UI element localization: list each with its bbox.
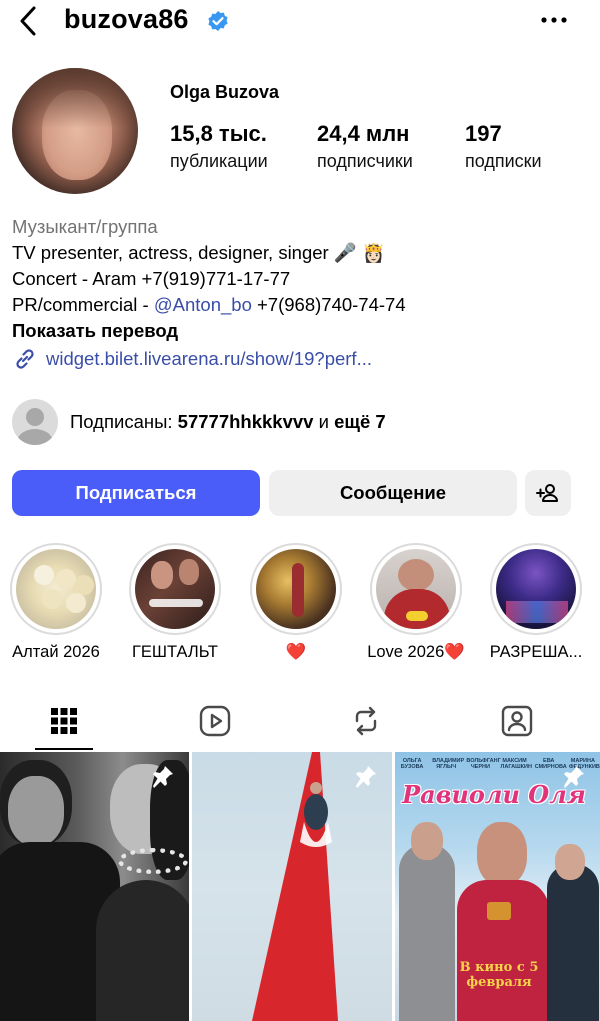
stat-following[interactable]: 197 подписки (465, 120, 542, 174)
posts-grid: ОЛЬГА БУЗОВА ВЛАДИМИР ЯГЛЫЧ ВОЛЬФГАНГ ЧЕ… (0, 752, 600, 1021)
reels-icon (199, 705, 231, 737)
profile-tabs (0, 690, 600, 752)
grid-icon (51, 708, 77, 734)
tab-posts-grid[interactable] (0, 690, 139, 752)
profile-avatar[interactable] (12, 68, 138, 194)
pin-icon (356, 766, 376, 788)
highlight-cover-party (256, 549, 336, 629)
suggest-people-button[interactable] (525, 470, 571, 516)
highlight-cover-person-red (376, 549, 456, 629)
avatar-hair (12, 68, 138, 128)
bio-line-3: PR/commercial - @Anton_bo +7(968)740-74-… (12, 292, 588, 318)
poster-gift-box (487, 902, 511, 920)
profile-username: buzova86 (64, 4, 189, 34)
post-thumbnail[interactable] (192, 752, 392, 1021)
bio-mention-link[interactable]: @Anton_bo (154, 294, 252, 315)
bio-line-1: TV presenter, actress, designer, singer … (12, 242, 386, 263)
profile-bio: Музыкант/группа TV presenter, actress, d… (12, 214, 588, 372)
poster-tagline: В кино с 5 февраля (459, 960, 539, 990)
bio-line-3-prefix: PR/commercial - (12, 294, 154, 315)
followed-by-user: 57777hhkkkvvv (177, 411, 314, 432)
highlight-ring (250, 543, 342, 635)
message-button[interactable]: Сообщение (269, 470, 517, 516)
highlight-item[interactable]: РАЗРЕША... (488, 543, 584, 661)
stat-followers-label: подписчики (317, 151, 413, 171)
followed-by[interactable]: Подписаны: 57777hhkkkvvv и ещё 7 (12, 396, 386, 448)
poster-cast-name: ВЛАДИМИР ЯГЛЫЧ (432, 758, 465, 770)
highlight-label: РАЗРЕША... (489, 643, 583, 661)
poster-man-left-face (411, 822, 443, 860)
stat-following-label: подписки (465, 151, 542, 171)
highlight-cover-concert (496, 549, 576, 629)
poster-man-right (547, 864, 599, 1021)
stat-followers-value: 24,4 млн (317, 121, 410, 146)
highlight-cover-flowers (16, 549, 96, 629)
show-translation-button[interactable]: Показать перевод (12, 318, 588, 344)
highlight-ring (370, 543, 462, 635)
profile-name: Olga Buzova (170, 82, 280, 102)
followed-by-others: ещё 7 (334, 411, 386, 432)
bio-link-text: widget.bilet.livearena.ru/show/19?perf..… (46, 348, 372, 369)
follow-button[interactable]: Подписаться (12, 470, 260, 516)
post-thumbnail[interactable]: ОЛЬГА БУЗОВА ВЛАДИМИР ЯГЛЫЧ ВОЛЬФГАНГ ЧЕ… (395, 752, 600, 1021)
highlight-item[interactable]: Алтай 2026 (8, 543, 104, 661)
highlight-label: Алтай 2026 (12, 643, 100, 661)
pin-icon (153, 766, 173, 788)
bio-line-3-suffix: +7(968)740-74-74 (251, 294, 406, 315)
poster-cast-name: ВОЛЬФГАНГ ЧЕРНИ (466, 758, 501, 770)
verified-badge-icon (208, 11, 228, 31)
poster-face (477, 822, 527, 886)
highlight-label: Love 2026❤️ (367, 643, 465, 661)
red-carpet-graphic (252, 752, 338, 1021)
highlight-ring (490, 543, 582, 635)
stat-posts-label: публикации (170, 151, 268, 171)
poster-man-right-face (555, 844, 585, 880)
reposts-icon (355, 706, 377, 736)
highlight-cover-couple (135, 549, 215, 629)
pin-icon (564, 766, 584, 788)
poster-title: Равиоли Оля (402, 780, 586, 809)
active-tab-indicator (35, 748, 93, 750)
tab-reels[interactable] (140, 690, 290, 752)
stat-following-value: 197 (465, 121, 502, 146)
follower-avatar-icon (12, 399, 58, 445)
tagged-icon (501, 705, 533, 737)
person-add-icon (536, 484, 558, 502)
bio-category: Музыкант/группа (12, 216, 158, 237)
more-horizontal-icon[interactable] (536, 8, 572, 32)
poster-cast-name: ЕВА СМИРНОВА (534, 758, 567, 770)
highlight-ring (129, 543, 221, 635)
followed-by-middle: и (313, 411, 335, 432)
highlight-ring (10, 543, 102, 635)
chevron-left-icon[interactable] (14, 4, 44, 38)
followed-by-text: Подписаны: 57777hhkkkvvv и ещё 7 (70, 411, 386, 433)
tab-reposts[interactable] (291, 690, 441, 752)
highlight-label: ❤️ (285, 643, 307, 661)
post-thumbnail[interactable] (0, 752, 189, 1021)
highlight-item[interactable]: Love 2026❤️ (367, 543, 465, 661)
top-bar: buzova86 (0, 0, 600, 44)
poster-cast-name: МАКСИМ ЛАГАШКИН (500, 758, 532, 770)
stat-posts[interactable]: 15,8 тыс. публикации (170, 120, 268, 174)
highlight-item[interactable]: ❤️ (248, 543, 344, 661)
poster-man-left (399, 844, 455, 1021)
poster-cast-name: ОЛЬГА БУЗОВА (400, 758, 424, 770)
highlight-item[interactable]: ГЕШТАЛЬТ (127, 543, 223, 661)
link-icon (16, 349, 34, 369)
highlight-label: ГЕШТАЛЬТ (131, 643, 219, 661)
bio-external-link[interactable]: widget.bilet.livearena.ru/show/19?perf..… (12, 346, 588, 372)
tab-tagged[interactable] (442, 690, 592, 752)
bio-line-2: Concert - Aram +7(919)771-17-77 (12, 268, 291, 289)
followed-by-prefix: Подписаны: (70, 411, 178, 432)
stat-posts-value: 15,8 тыс. (170, 121, 267, 146)
stat-followers[interactable]: 24,4 млн подписчики (317, 120, 413, 174)
